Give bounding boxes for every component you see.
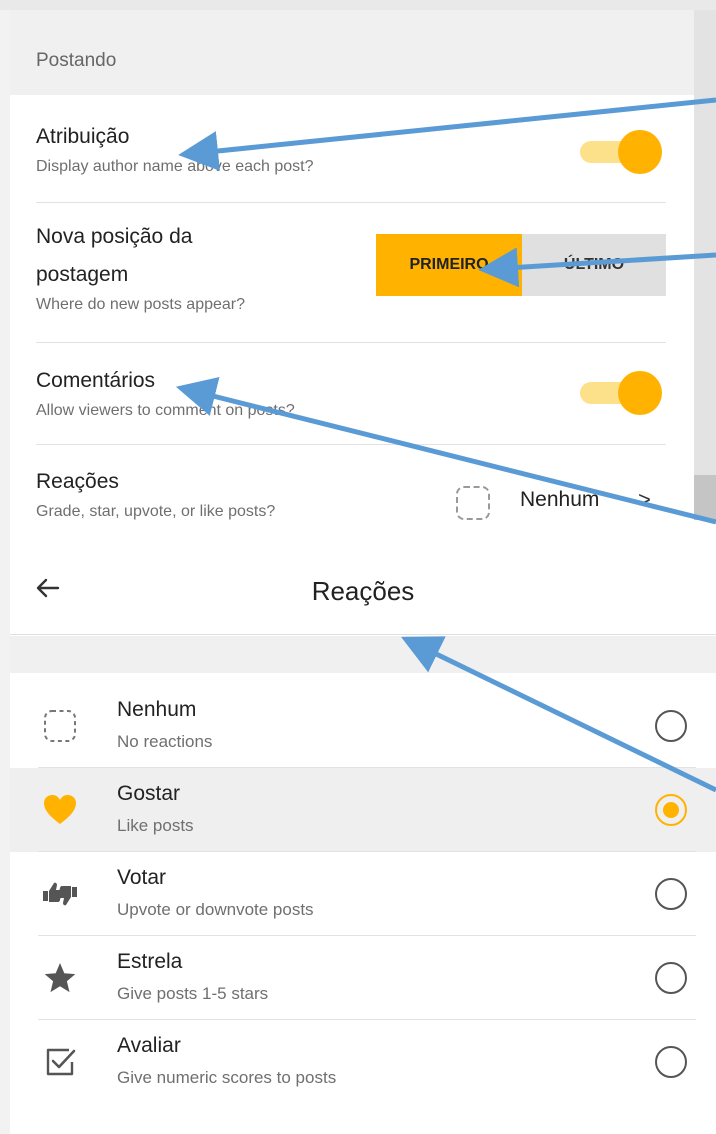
comments-toggle[interactable] bbox=[580, 371, 666, 415]
option-subtitle: Like posts bbox=[117, 816, 194, 835]
section-header: Postando bbox=[10, 10, 694, 95]
segment-last[interactable]: ÚLTIMO bbox=[522, 234, 666, 296]
attribution-title: Atribuição bbox=[36, 125, 130, 148]
app-bar: Reações bbox=[10, 520, 716, 635]
scrollbar-thumb[interactable] bbox=[694, 475, 716, 520]
thumbs-up-down-icon bbox=[43, 882, 77, 906]
segment-first[interactable]: PRIMEIRO bbox=[376, 234, 522, 296]
option-subtitle: Give posts 1-5 stars bbox=[117, 984, 269, 1003]
position-segmented-control: PRIMEIRO ÚLTIMO bbox=[376, 234, 666, 296]
reactions-value: Nenhum bbox=[520, 488, 600, 511]
option-title: Avaliar bbox=[117, 1034, 181, 1057]
reactions-subtitle: Grade, star, upvote, or like posts? bbox=[36, 503, 276, 520]
radio-button[interactable] bbox=[655, 962, 687, 994]
setting-reactions[interactable]: Reações Grade, star, upvote, or like pos… bbox=[36, 445, 666, 520]
chevron-right-icon: > bbox=[638, 487, 651, 512]
dashed-square-icon bbox=[456, 486, 490, 520]
scrollbar[interactable] bbox=[694, 10, 716, 520]
reaction-option-star[interactable]: Estrela Give posts 1-5 stars bbox=[10, 936, 716, 1020]
reactions-title: Reações bbox=[36, 470, 119, 493]
radio-button-selected[interactable] bbox=[655, 794, 687, 826]
new-post-position-title-line1: Nova posição da bbox=[36, 225, 193, 248]
radio-button[interactable] bbox=[655, 1046, 687, 1078]
checkbox-icon bbox=[46, 1048, 76, 1076]
option-subtitle: No reactions bbox=[117, 732, 213, 751]
dashed-square-icon bbox=[44, 710, 76, 742]
posting-settings-panel: Postando Atribuição Display author name … bbox=[10, 10, 716, 520]
option-title: Gostar bbox=[117, 782, 181, 805]
setting-comments[interactable]: Comentários Allow viewers to comment on … bbox=[36, 343, 666, 445]
new-post-position-title-line2: postagem bbox=[36, 263, 129, 286]
top-strip bbox=[0, 0, 716, 10]
radio-button[interactable] bbox=[655, 710, 687, 742]
option-title: Nenhum bbox=[117, 698, 197, 721]
setting-attribution[interactable]: Atribuição Display author name above eac… bbox=[36, 95, 666, 203]
option-subtitle: Give numeric scores to posts bbox=[117, 1068, 337, 1087]
option-subtitle: Upvote or downvote posts bbox=[117, 900, 314, 919]
attribution-subtitle: Display author name above each post? bbox=[36, 158, 314, 175]
toggle-thumb bbox=[618, 130, 662, 174]
new-post-position-subtitle: Where do new posts appear? bbox=[36, 296, 246, 313]
reaction-option-vote[interactable]: Votar Upvote or downvote posts bbox=[10, 852, 716, 936]
option-title: Estrela bbox=[117, 950, 183, 973]
attribution-toggle[interactable] bbox=[580, 130, 666, 174]
comments-subtitle: Allow viewers to comment on posts? bbox=[36, 402, 295, 419]
reactions-screen: Reações Nenhum No reactions Gostar Like … bbox=[10, 520, 716, 1134]
reaction-option-like[interactable]: Gostar Like posts bbox=[10, 768, 716, 852]
comments-title: Comentários bbox=[36, 369, 156, 392]
radio-button[interactable] bbox=[655, 878, 687, 910]
reaction-option-none[interactable]: Nenhum No reactions bbox=[10, 684, 716, 768]
heart-icon bbox=[44, 795, 76, 824]
toggle-thumb bbox=[618, 371, 662, 415]
section-header-label: Postando bbox=[36, 50, 117, 71]
star-icon bbox=[44, 963, 76, 993]
list-subheader bbox=[10, 636, 716, 673]
reaction-option-rate[interactable]: Avaliar Give numeric scores to posts bbox=[10, 1020, 716, 1104]
setting-new-post-position: Nova posição da postagem Where do new po… bbox=[36, 203, 666, 343]
option-title: Votar bbox=[117, 866, 167, 889]
page-title: Reações bbox=[311, 576, 415, 606]
